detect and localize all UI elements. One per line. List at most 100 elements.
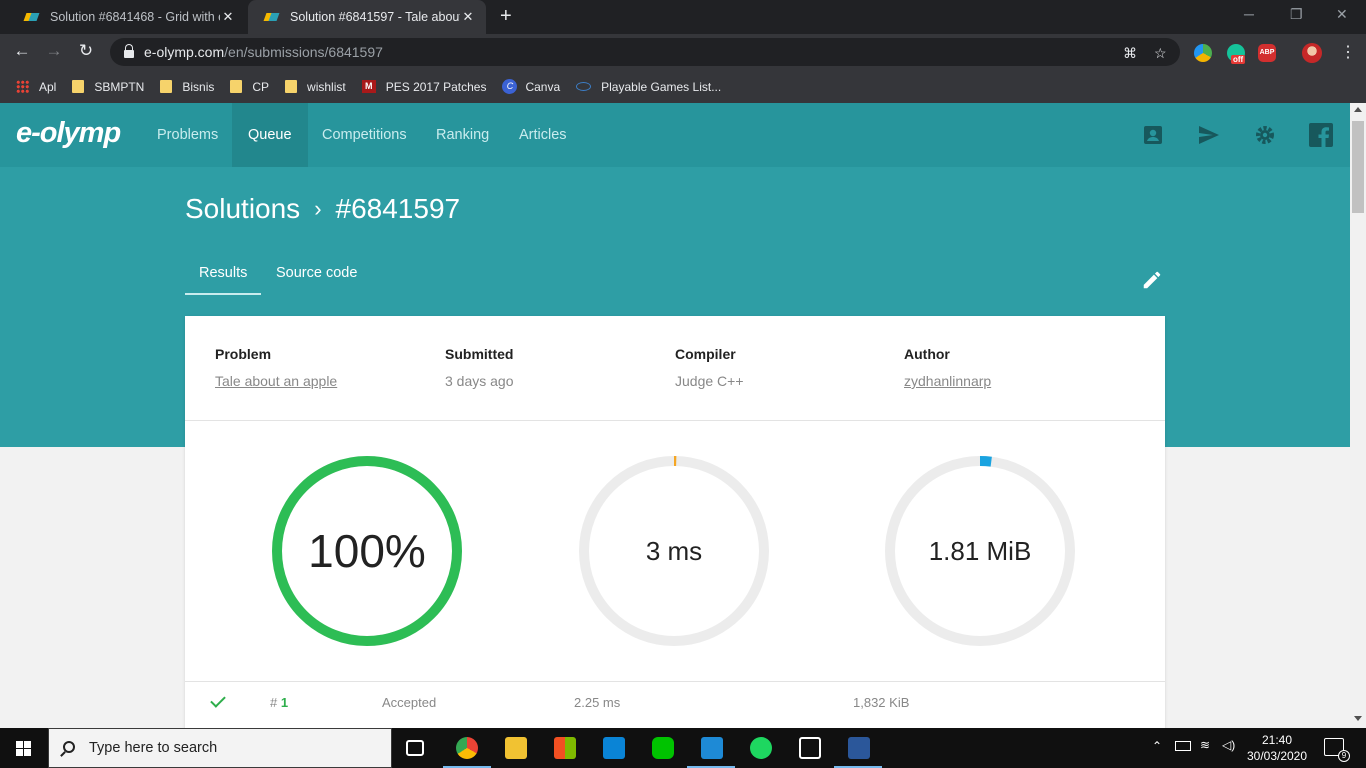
time-gauge: 3 ms [578,455,770,647]
browser-tab-title: Solution #6841597 - Tale about a [290,10,460,24]
submitted-value: 3 days ago [445,373,514,389]
site-navbar: e-olymp Problems Queue Competitions Rank… [0,103,1350,167]
folder-icon [72,80,85,93]
nav-problems[interactable]: Problems [141,103,234,167]
nav-articles[interactable]: Articles [503,103,583,167]
bookmark-cp[interactable]: CP [230,80,269,94]
breadcrumb: Solutions › #6841597 [185,193,460,225]
account-icon[interactable] [1141,123,1165,147]
restore-icon[interactable]: ❐ [1290,6,1303,23]
site-logo[interactable]: e-olymp [16,117,121,150]
meta-compiler: Compiler Judge C++ [675,346,744,389]
spotify-icon[interactable] [750,737,772,759]
taskbar-search-box[interactable]: Type here to search [48,728,392,768]
wifi-icon[interactable]: ≋ [1200,738,1210,768]
search-icon [63,741,75,753]
browser-tab-1[interactable]: Solution #6841468 - Grid with eq ✕ [8,0,246,34]
nav-ranking[interactable]: Ranking [420,103,505,167]
author-link[interactable]: zydhanlinnarp [904,373,991,389]
canva-icon: C [502,79,518,94]
bookmark-apps[interactable]: Apl [16,80,56,94]
score-gauge: 100% [271,455,463,647]
bookmark-sbmptn[interactable]: SBMPTN [72,80,144,94]
chrome-icon[interactable] [456,737,478,759]
windows-start-button[interactable] [0,728,48,768]
windows-logo-icon [24,741,31,748]
minimize-icon[interactable]: ─ [1244,6,1254,22]
back-arrow-icon[interactable]: ← [12,41,32,61]
microsoft-store-icon[interactable] [554,737,576,759]
word-icon[interactable] [848,737,870,759]
bookmark-label: Canva [525,79,561,94]
breadcrumb-current: #6841597 [335,193,461,224]
window-close-icon[interactable]: ✕ [1336,6,1348,23]
breadcrumb-solutions[interactable]: Solutions [185,193,300,225]
volume-icon[interactable]: ◁) [1222,738,1235,768]
close-icon[interactable]: ✕ [220,9,236,25]
browser-tab-2[interactable]: Solution #6841597 - Tale about a ✕ [248,0,486,34]
vscode-icon[interactable] [701,737,723,759]
browser-tab-strip: Solution #6841468 - Grid with eq ✕ Solut… [0,0,1366,34]
facebook-icon[interactable] [1309,123,1333,147]
bookmark-playable-games[interactable]: Playable Games List... [576,80,721,94]
browser-tab-title: Solution #6841468 - Grid with eq [50,10,220,24]
bookmark-canva[interactable]: C Canva [502,79,560,94]
send-icon[interactable] [1197,123,1221,147]
bookmark-bisnis[interactable]: Bisnis [160,80,214,94]
submission-card: Problem Tale about an apple Submitted 3 … [185,316,1165,728]
page-viewport: e-olymp Problems Queue Competitions Rank… [0,103,1350,728]
nav-competitions[interactable]: Competitions [306,103,423,167]
address-bar[interactable]: e-olymp.com /en/submissions/6841597 ⌘ ☆ [110,38,1180,66]
grammarly-off-badge: off [1231,55,1246,64]
test-number-prefix: # [270,695,281,710]
reload-icon[interactable]: ↻ [76,41,96,61]
bookmark-label: Bisnis [182,79,215,94]
file-explorer-icon[interactable] [505,737,527,759]
scroll-up-arrow-icon[interactable] [1354,107,1362,112]
clock-date: 30/03/2020 [1246,749,1308,763]
profile-avatar[interactable] [1302,43,1322,63]
windows-taskbar: Type here to search ⌃ ≋ ◁) 21:40 30/03/2… [0,728,1366,768]
page-scrollbar[interactable] [1350,103,1366,728]
test-status: Accepted [382,695,437,710]
snip-icon[interactable] [799,737,821,759]
gear-icon[interactable] [1253,123,1277,147]
tab-results[interactable]: Results [199,261,247,281]
bookmark-label: SBMPTN [94,79,145,94]
new-tab-plus-icon[interactable]: + [500,6,512,26]
line-app-icon[interactable] [652,737,674,759]
tray-chevron-up-icon[interactable]: ⌃ [1152,739,1162,768]
nav-queue[interactable]: Queue [232,103,308,167]
taskbar-clock[interactable]: 21:40 30/03/2020 [1244,732,1310,764]
battery-icon[interactable] [1175,741,1191,751]
scroll-down-arrow-icon[interactable] [1354,716,1362,721]
apps-grid-icon [16,80,29,93]
kebab-menu-icon[interactable]: ⋮ [1340,42,1356,62]
translate-icon[interactable]: ⌘ [1123,45,1137,62]
extension-color-icon[interactable] [1194,44,1212,62]
tab-source-code[interactable]: Source code [276,261,357,281]
browser-toolbar: ← → ↻ e-olymp.com /en/submissions/684159… [0,34,1366,70]
scroll-thumb[interactable] [1352,121,1364,213]
memory-gauge: 1.81 MiB [884,455,1076,647]
instagram-icon[interactable] [603,737,625,759]
bookmark-pes[interactable]: M PES 2017 Patches [361,80,486,94]
forward-arrow-icon[interactable]: → [44,41,64,61]
adblock-extension-icon[interactable]: ABP [1258,44,1276,62]
test-number-value: 1 [280,695,289,710]
folder-icon [160,80,173,93]
intel-icon [576,82,592,91]
pencil-icon[interactable] [1141,269,1163,291]
close-icon[interactable]: ✕ [460,9,476,25]
eolymp-favicon-icon [264,9,280,25]
bookmark-label: Playable Games List... [601,79,722,94]
test-number: # 1 [270,695,288,710]
bookmark-wishlist[interactable]: wishlist [285,80,346,94]
time-text: 3 ms [645,535,703,566]
meta-label: Submitted [445,346,514,362]
meta-problem: Problem Tale about an apple [215,346,337,389]
problem-link[interactable]: Tale about an apple [215,373,337,389]
bookmark-star-icon[interactable]: ☆ [1154,45,1167,62]
table-row[interactable]: # 1 Accepted 2.25 ms 1,832 KiB [185,682,1165,724]
task-view-icon[interactable] [406,740,424,756]
